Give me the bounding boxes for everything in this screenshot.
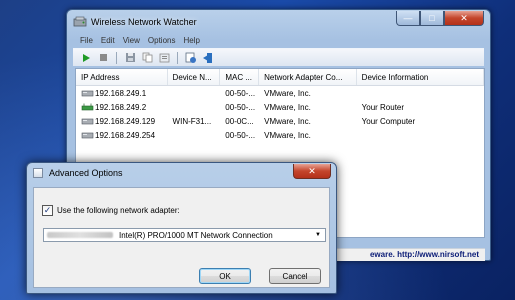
exit-button[interactable] <box>201 51 215 65</box>
copy-button[interactable] <box>140 51 154 65</box>
properties-icon <box>159 53 169 63</box>
column-device-information[interactable]: Device Information <box>357 69 484 85</box>
copy-icon <box>142 52 152 63</box>
adapter-company-cell: VMware, Inc. <box>264 116 311 126</box>
menu-help[interactable]: Help <box>183 36 199 45</box>
table-row[interactable]: 192.168.249.129 WIN-F31... 00-0C... VMwa… <box>76 114 484 128</box>
router-icon <box>81 103 94 111</box>
adapter-company-cell: VMware, Inc. <box>264 88 311 98</box>
ip-cell: 192.168.249.129 <box>95 116 156 126</box>
menu-edit[interactable]: Edit <box>101 36 115 45</box>
close-icon: ✕ <box>460 12 468 23</box>
adapter-selected-value: Intel(R) PRO/1000 MT Network Connection <box>119 230 273 240</box>
nirsoft-link[interactable]: eware. http://www.nirsoft.net <box>370 250 479 259</box>
maximize-icon: □ <box>429 13 435 23</box>
adapter-company-cell: VMware, Inc. <box>264 102 311 112</box>
window-title-bar: Wireless Network Watcher <box>73 14 197 30</box>
computer-icon <box>81 90 94 97</box>
mac-cell: 00-50-... <box>225 88 256 98</box>
computer-icon <box>81 118 94 125</box>
column-ip-address[interactable]: IP Address <box>76 69 168 85</box>
use-adapter-label[interactable]: Use the following network adapter: <box>57 206 180 215</box>
dialog-title-bar: Advanced Options <box>33 168 123 178</box>
dialog-title: Advanced Options <box>49 168 123 178</box>
play-icon <box>83 53 90 62</box>
minimize-button[interactable]: — <box>396 11 420 26</box>
caption-buttons: — □ ✕ <box>396 11 484 26</box>
ok-button[interactable]: OK <box>199 268 251 284</box>
table-row[interactable]: 192.168.249.2 00-50-... VMware, Inc. You… <box>76 100 484 114</box>
start-scan-button[interactable] <box>79 51 93 65</box>
menu-options[interactable]: Options <box>148 36 176 45</box>
redacted-adapter-id <box>47 232 113 238</box>
window-icon <box>33 168 43 178</box>
computer-icon <box>81 132 94 139</box>
use-adapter-checkbox[interactable]: ✓ <box>42 205 53 216</box>
column-adapter-company[interactable]: Network Adapter Co... <box>259 69 357 85</box>
adapter-company-cell: VMware, Inc. <box>264 130 311 140</box>
use-adapter-option: ✓ Use the following network adapter: <box>42 205 180 216</box>
maximize-button[interactable]: □ <box>420 11 444 26</box>
ip-cell: 192.168.249.2 <box>95 102 147 112</box>
stop-icon <box>99 54 107 61</box>
stop-scan-button[interactable] <box>96 51 110 65</box>
mac-cell: 00-50-... <box>225 130 256 140</box>
network-adapter-select[interactable]: Intel(R) PRO/1000 MT Network Connection … <box>43 228 326 242</box>
network-watcher-icon <box>73 16 87 27</box>
advanced-options-dialog: Advanced Options ✕ ✓ Use the following n… <box>26 162 337 294</box>
ip-cell: 192.168.249.254 <box>95 130 156 140</box>
toolbar <box>73 48 484 66</box>
toolbar-separator <box>177 51 178 64</box>
device-info-cell: Your Computer <box>361 116 416 126</box>
menu-view[interactable]: View <box>123 36 140 45</box>
properties-button[interactable] <box>157 51 171 65</box>
close-button[interactable]: ✕ <box>444 11 484 26</box>
exit-icon <box>203 52 212 63</box>
menu-file[interactable]: File <box>80 36 93 45</box>
cancel-button[interactable]: Cancel <box>269 268 321 284</box>
device-name-cell: WIN-F31... <box>172 116 212 126</box>
mac-cell: 00-0C... <box>225 116 254 126</box>
close-icon: ✕ <box>308 165 316 176</box>
dialog-close-button[interactable]: ✕ <box>293 164 331 179</box>
column-mac-address[interactable]: MAC ... <box>220 69 260 85</box>
window-title: Wireless Network Watcher <box>91 17 197 27</box>
list-header: IP Address Device N... MAC ... Network A… <box>76 69 484 86</box>
minimize-icon: — <box>403 13 413 23</box>
table-row[interactable]: 192.168.249.1 00-50-... VMware, Inc. <box>76 86 484 100</box>
save-icon <box>125 53 135 62</box>
save-button[interactable] <box>123 51 137 65</box>
ip-cell: 192.168.249.1 <box>95 88 147 98</box>
table-row[interactable]: 192.168.249.254 00-50-... VMware, Inc. <box>76 128 484 142</box>
refresh-icon <box>185 52 196 63</box>
toolbar-separator <box>116 51 117 64</box>
checkmark-icon: ✓ <box>43 205 52 215</box>
refresh-button[interactable] <box>184 51 198 65</box>
column-device-name[interactable]: Device N... <box>168 69 221 85</box>
menu-bar: File Edit View Options Help <box>73 34 484 47</box>
mac-cell: 00-50-... <box>225 102 256 112</box>
device-info-cell: Your Router <box>361 102 405 112</box>
dropdown-arrow-icon[interactable]: ▼ <box>315 232 321 238</box>
